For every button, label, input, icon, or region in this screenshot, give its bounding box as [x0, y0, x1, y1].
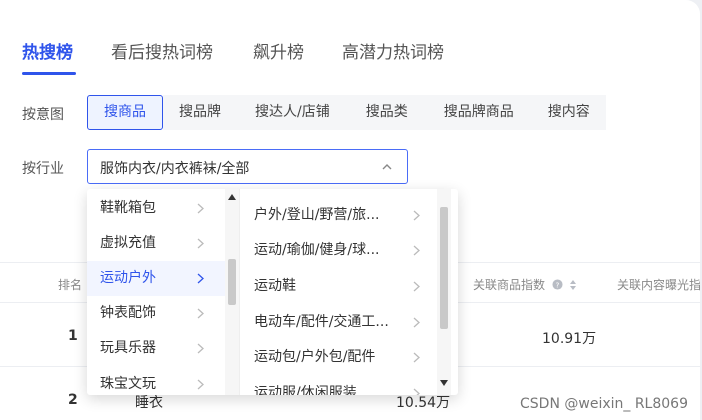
item-label: 运动/瑜伽/健身/球... [254, 242, 380, 258]
scroll-down-icon[interactable] [440, 379, 448, 387]
intent-label: 按意图 [22, 107, 64, 123]
chevron-up-icon [382, 164, 392, 170]
cascader-level2-item[interactable]: 户外/登山/野营/旅... [241, 198, 441, 233]
column-header-rank: 排名 [58, 278, 83, 292]
chevron-right-icon [413, 352, 420, 363]
scrollbar-thumb[interactable] [228, 259, 236, 305]
intent-chip-brand-product[interactable]: 搜品牌商品 [425, 95, 532, 130]
cascader-level2-scrollbar[interactable] [437, 189, 451, 395]
item-label: 钟表配饰 [100, 305, 156, 321]
intent-chip-product[interactable]: 搜商品 [87, 95, 163, 130]
item-label: 运动包/户外包/配件 [254, 349, 376, 365]
industry-cascader-dropdown: 鞋靴箱包 虚拟充值 运动户外 钟表配饰 玩具乐器 珠宝文玩 户外/登山/野营/旅… [87, 189, 458, 395]
active-tab-indicator [22, 72, 76, 75]
cascader-level2-item[interactable]: 运动包/户外包/配件 [241, 340, 441, 375]
cascader-level1-item[interactable]: 虚拟充值 [87, 226, 225, 261]
product-index-label: 关联商品指数 [473, 278, 546, 292]
tab-after-watch-search[interactable]: 看后搜热词榜 [111, 38, 213, 63]
tab-rising[interactable]: 飙升榜 [253, 38, 304, 63]
item-label: 运动服/休闲服装 [254, 385, 357, 395]
intent-chip-creator-store[interactable]: 搜达人/店铺 [237, 95, 348, 130]
chevron-right-icon [197, 379, 204, 390]
cascader-level1-item[interactable]: 玩具乐器 [87, 331, 225, 366]
scrollbar-thumb[interactable] [440, 207, 448, 329]
cascader-level2-list: 户外/登山/野营/旅... 运动/瑜伽/健身/球... 运动鞋 电动车/配件/交… [241, 189, 458, 395]
chevron-right-icon [413, 388, 420, 395]
svg-text:?: ? [555, 280, 559, 289]
scroll-up-icon[interactable] [228, 193, 236, 201]
tab-hot-search[interactable]: 热搜榜 [22, 38, 73, 63]
watermark-text: CSDN @weixin_ RL8069 [520, 396, 688, 412]
cascader-level2-item[interactable]: 电动车/配件/交通工... [241, 305, 441, 340]
cascader-level1-item-selected[interactable]: 运动户外 [87, 261, 225, 296]
item-label: 虚拟充值 [100, 235, 156, 251]
table-row-2-keyword[interactable]: 睡衣 [135, 392, 163, 412]
cascader-level1-scrollbar[interactable] [225, 189, 239, 395]
industry-label: 按行业 [22, 161, 64, 177]
chevron-right-icon [197, 203, 204, 214]
item-label: 玩具乐器 [100, 340, 156, 356]
cascader-level2-item[interactable]: 运动/瑜伽/健身/球... [241, 233, 441, 268]
help-icon[interactable]: ? [552, 279, 563, 290]
sort-icon[interactable] [569, 279, 577, 291]
cascader-level1-item[interactable]: 钟表配饰 [87, 296, 225, 331]
chevron-right-icon [413, 245, 420, 256]
column-header-content-exposure: 关联内容曝光指 [617, 278, 700, 292]
chevron-right-icon [413, 317, 420, 328]
intent-chip-group: 搜商品 搜品牌 搜达人/店铺 搜品类 搜品牌商品 搜内容 [87, 95, 606, 130]
cascader-level2-item[interactable]: 运动鞋 [241, 269, 441, 304]
cascader-level1-item[interactable]: 鞋靴箱包 [87, 191, 225, 226]
item-label: 运动户外 [100, 270, 156, 286]
chevron-right-icon [413, 210, 420, 221]
chevron-right-icon [197, 238, 204, 249]
chevron-right-icon [413, 281, 420, 292]
table-row-1-product-index: 10.91万 [542, 331, 597, 347]
item-label: 电动车/配件/交通工... [254, 314, 389, 330]
cascader-level2-item[interactable]: 运动服/休闲服装 [241, 376, 441, 395]
chevron-right-icon [197, 343, 204, 354]
item-label: 户外/登山/野营/旅... [254, 207, 380, 223]
industry-select-value: 服饰内衣/内衣裤袜/全部 [100, 161, 250, 177]
item-label: 鞋靴箱包 [100, 200, 156, 216]
chevron-right-icon [197, 273, 204, 284]
cascader-divider [239, 189, 240, 395]
table-row-2-rank: 2 [68, 392, 78, 408]
cascader-level1-list: 鞋靴箱包 虚拟充值 运动户外 钟表配饰 玩具乐器 珠宝文玩 [87, 189, 239, 395]
item-label: 运动鞋 [254, 278, 296, 294]
chevron-right-icon [197, 308, 204, 319]
cascader-level1-item[interactable]: 珠宝文玩 [87, 367, 225, 395]
intent-chip-brand[interactable]: 搜品牌 [163, 95, 237, 130]
table-row-1-rank: 1 [68, 328, 78, 344]
hot-search-panel: 热搜榜 看后搜热词榜 飙升榜 高潜力热词榜 按意图 搜商品 搜品牌 搜达人/店铺… [0, 0, 700, 420]
intent-chip-content[interactable]: 搜内容 [531, 95, 606, 130]
table-row-2-search-value: 10.54万 [396, 395, 451, 411]
tab-high-potential[interactable]: 高潜力热词榜 [342, 38, 444, 63]
column-header-product-index[interactable]: 关联商品指数 ? [473, 276, 577, 293]
item-label: 珠宝文玩 [100, 376, 156, 392]
industry-select[interactable]: 服饰内衣/内衣裤袜/全部 [87, 149, 408, 184]
intent-chip-category[interactable]: 搜品类 [347, 95, 426, 130]
